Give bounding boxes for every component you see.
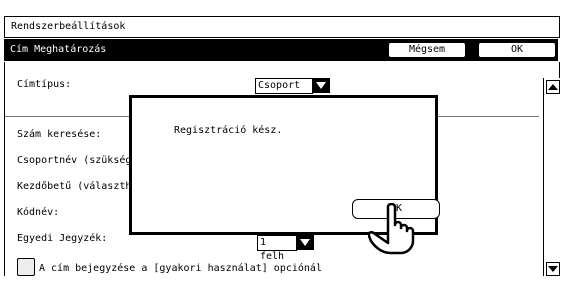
dialog-message: Regisztráció kész. bbox=[174, 125, 283, 136]
address-type-label: Címtípus: bbox=[17, 79, 72, 90]
scroll-up-arrow-icon[interactable] bbox=[546, 80, 560, 94]
window-title-bar: Rendszerbeállítások bbox=[4, 16, 560, 38]
scrollbar[interactable] bbox=[543, 78, 560, 276]
code-name-label: Kódnév: bbox=[17, 207, 60, 218]
chevron-down-icon[interactable] bbox=[297, 235, 314, 250]
chevron-down-icon[interactable] bbox=[313, 78, 330, 93]
cancel-button[interactable]: Mégsem bbox=[388, 42, 466, 58]
frequent-use-label: A cím bejegyzése a [gyakori használat] o… bbox=[39, 263, 322, 274]
initial-label: Kezdőbetű (választha bbox=[17, 181, 138, 192]
header-bar: Cím Meghatározás Mégsem OK bbox=[4, 39, 558, 61]
ok-button[interactable]: OK bbox=[478, 42, 556, 58]
window-title: Rendszerbeállítások bbox=[11, 21, 126, 32]
address-type-select[interactable]: Csoport bbox=[255, 78, 313, 94]
pointing-hand-icon bbox=[368, 203, 415, 255]
frequent-use-checkbox[interactable] bbox=[17, 258, 35, 276]
number-search-label: Szám keresése: bbox=[17, 129, 102, 140]
group-name-label: Csoportnév (szükség bbox=[17, 155, 132, 166]
scroll-down-arrow-icon[interactable] bbox=[546, 262, 560, 276]
page-title: Cím Meghatározás bbox=[10, 44, 107, 55]
custom-tag-select[interactable]: 1 felh bbox=[257, 235, 297, 262]
custom-tag-label: Egyedi Jegyzék: bbox=[17, 233, 108, 244]
